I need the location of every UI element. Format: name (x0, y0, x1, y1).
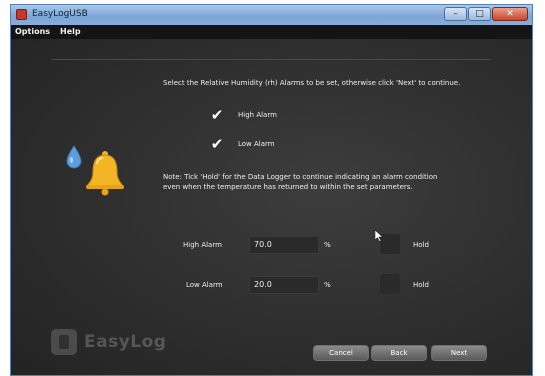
high-alarm-unit: % (324, 241, 331, 249)
easylog-logo-text: EasyLog (84, 332, 167, 352)
high-alarm-checkbox[interactable]: ✔ (209, 107, 225, 123)
high-alarm-check-row: ✔ High Alarm (209, 107, 277, 123)
checkmark-icon: ✔ (210, 135, 224, 153)
menu-bar: Options Help (11, 25, 532, 39)
low-alarm-check-row: ✔ Low Alarm (209, 136, 275, 152)
low-alarm-input[interactable]: 20.0 (249, 276, 319, 294)
easylog-logo-icon (51, 329, 77, 355)
water-drop-icon (66, 145, 82, 169)
hold-note: Note: Tick 'Hold' for the Data Logger to… (163, 172, 437, 192)
easylog-logo: EasyLog (51, 329, 166, 355)
note-line-1: Note: Tick 'Hold' for the Data Logger to… (163, 173, 438, 181)
bell-icon (86, 151, 124, 196)
low-alarm-unit: % (324, 281, 331, 289)
high-alarm-label: High Alarm (183, 241, 222, 249)
back-button[interactable]: Back (371, 345, 427, 361)
low-alarm-checkbox[interactable]: ✔ (209, 136, 225, 152)
app-window: EasyLogUSB – □ ✕ Options Help Select the… (10, 4, 533, 376)
high-alarm-check-label: High Alarm (238, 111, 277, 119)
high-alarm-input[interactable]: 70.0 (249, 236, 319, 254)
menu-options[interactable]: Options (15, 25, 50, 39)
instruction-text: Select the Relative Humidity (rh) Alarms… (163, 79, 461, 87)
title-bar[interactable]: EasyLogUSB – □ ✕ (11, 5, 532, 25)
wizard-content: Select the Relative Humidity (rh) Alarms… (11, 39, 532, 375)
checkmark-icon: ✔ (210, 106, 224, 124)
close-button[interactable]: ✕ (492, 7, 528, 21)
low-alarm-label: Low Alarm (186, 281, 223, 289)
divider (51, 59, 491, 60)
maximize-button[interactable]: □ (468, 7, 491, 21)
low-alarm-hold-label: Hold (413, 281, 429, 289)
high-alarm-hold-checkbox[interactable] (380, 234, 400, 254)
note-line-2: even when the temperature has returned t… (163, 183, 413, 191)
mouse-cursor-icon (375, 230, 383, 242)
high-alarm-hold-label: Hold (413, 241, 429, 249)
low-alarm-hold-checkbox[interactable] (380, 274, 400, 294)
cancel-button[interactable]: Cancel (313, 345, 369, 361)
app-icon (16, 9, 27, 20)
low-alarm-check-label: Low Alarm (238, 140, 275, 148)
window-title: EasyLogUSB (32, 9, 88, 19)
window-controls: – □ ✕ (444, 7, 528, 21)
next-button[interactable]: Next (431, 345, 487, 361)
menu-help[interactable]: Help (60, 25, 81, 39)
minimize-button[interactable]: – (444, 7, 467, 21)
